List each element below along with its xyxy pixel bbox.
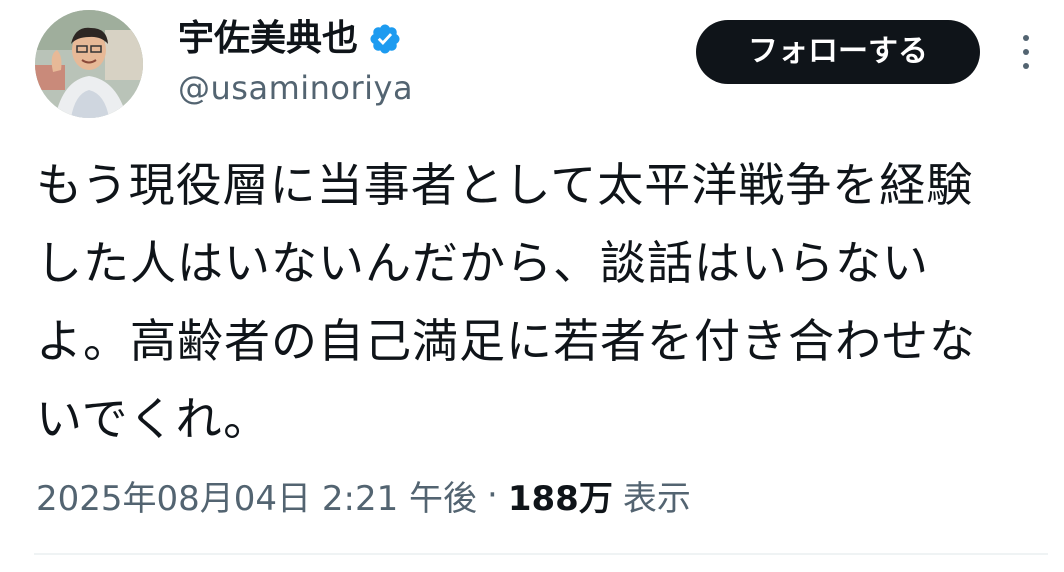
avatar[interactable] <box>35 10 143 118</box>
author-handle[interactable]: @usaminoriya <box>178 66 413 110</box>
avatar-photo <box>35 10 143 118</box>
author-name-row[interactable]: 宇佐美典也 <box>178 14 402 64</box>
tweet-meta: 2025年08月04日 2:21 午後 · 188万 表示 <box>36 470 691 520</box>
follow-button[interactable]: フォローする <box>696 20 980 84</box>
divider <box>34 553 1048 555</box>
meta-separator: · <box>487 475 498 515</box>
tweet-card: 宇佐美典也 @usaminoriya フォローする もう現役層に当事者として太平… <box>0 0 1064 572</box>
tweet-text: もう現役層に当事者として太平洋戦争を経験 した人はいないんだから、談話はいらない… <box>36 158 976 446</box>
more-vertical-icon[interactable] <box>1014 32 1038 72</box>
views-label: 表示 <box>622 478 691 519</box>
views-count[interactable]: 188万 <box>508 471 613 520</box>
tweet-timestamp[interactable]: 2025年08月04日 2:21 午後 <box>36 471 477 520</box>
verified-badge-icon[interactable] <box>368 22 402 56</box>
author-display-name[interactable]: 宇佐美典也 <box>178 14 358 64</box>
